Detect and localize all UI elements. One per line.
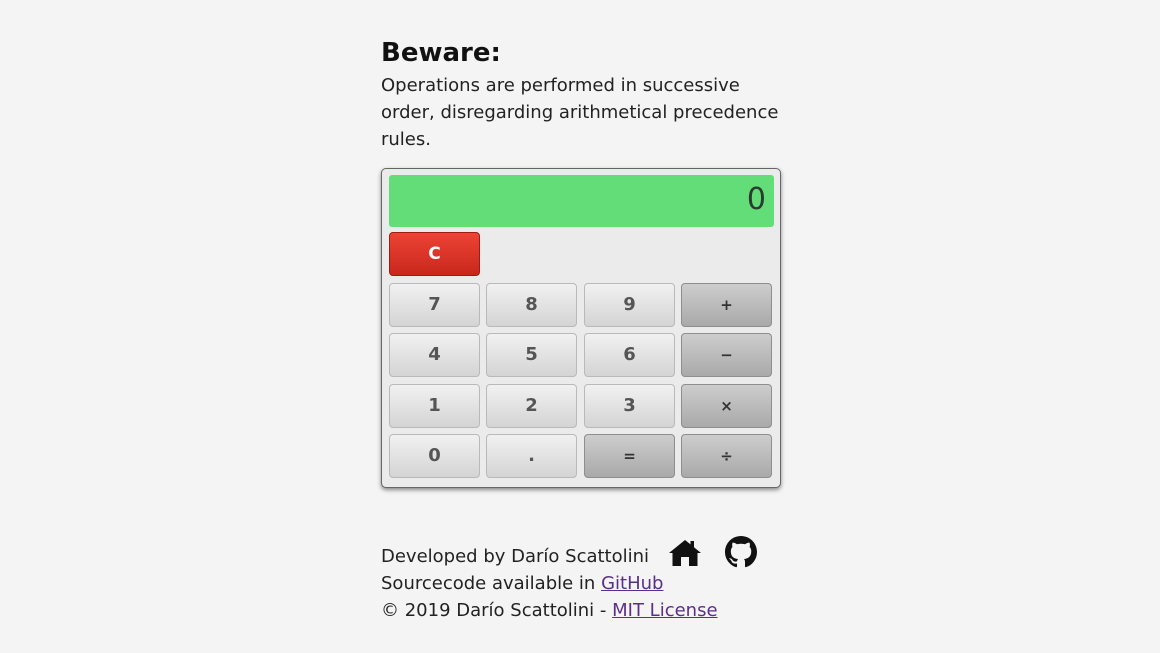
copyright-line: © 2019 Darío Scattolini - MIT License [381,597,801,624]
decimal-point-button[interactable]: . [486,434,577,478]
clear-button[interactable]: C [389,232,480,276]
license-link[interactable]: MIT License [612,600,717,621]
minus-button[interactable]: − [681,333,772,377]
warning-text: Operations are performed in successive o… [381,75,779,150]
key-0-button[interactable]: 0 [389,434,480,478]
home-icon[interactable] [668,538,702,568]
divide-button[interactable]: ÷ [681,434,772,478]
key-2-button[interactable]: 2 [486,384,577,428]
key-9-button[interactable]: 9 [584,283,675,327]
key-6-button[interactable]: 6 [584,333,675,377]
calculator-display: 0 [389,175,774,227]
source-line: Sourcecode available in GitHub [381,570,801,597]
equals-button[interactable]: = [584,434,675,478]
plus-button[interactable]: + [681,283,772,327]
copyright-prefix: © 2019 Darío Scattolini - [381,600,613,621]
calculator: 0 C 7 8 9 + 4 5 6 − 1 2 3 × 0 . = ÷ [381,168,781,488]
github-link[interactable]: GitHub [601,573,663,594]
key-3-button[interactable]: 3 [584,384,675,428]
key-4-button[interactable]: 4 [389,333,480,377]
key-1-button[interactable]: 1 [389,384,480,428]
warning-section: Beware: Operations are performed in succ… [381,36,781,153]
times-button[interactable]: × [681,384,772,428]
key-7-button[interactable]: 7 [389,283,480,327]
github-icon[interactable] [725,536,757,568]
key-5-button[interactable]: 5 [486,333,577,377]
warning-title: Beware: [381,38,501,68]
source-prefix: Sourcecode available in [381,573,602,594]
key-8-button[interactable]: 8 [486,283,577,327]
